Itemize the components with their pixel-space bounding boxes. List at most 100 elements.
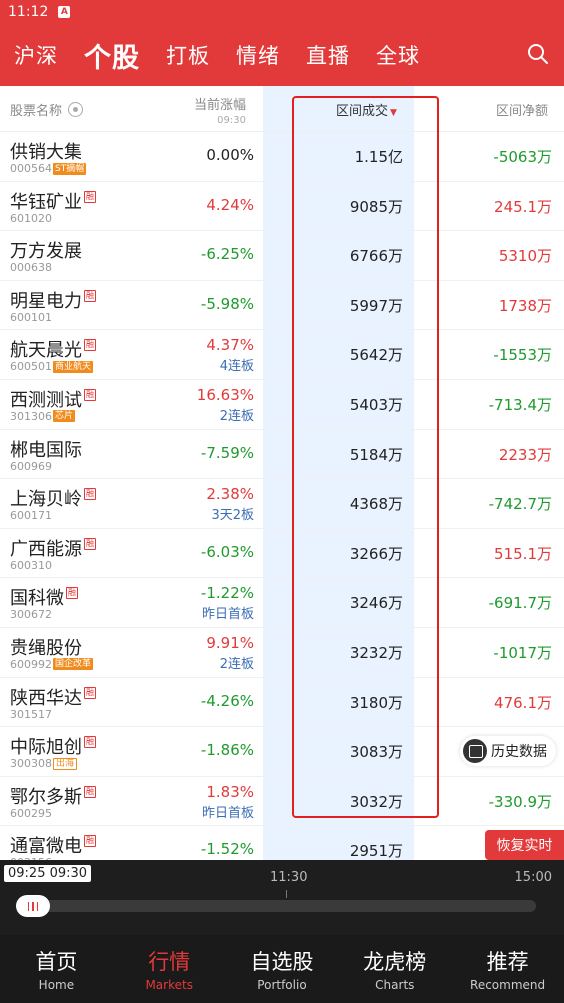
stock-name: 华钰矿业融: [10, 188, 96, 214]
table-row[interactable]: 贵绳股份 600992 国企改革 9.91% 2连板 3232万 -1017万: [0, 628, 564, 678]
restore-realtime-button[interactable]: 恢复实时: [485, 830, 564, 860]
stock-name-text: 上海贝岭: [10, 489, 82, 511]
stock-name-text: 中际旭创: [10, 737, 82, 759]
tab-daban[interactable]: 打板: [166, 40, 210, 70]
stock-code-text: 300308: [10, 757, 52, 771]
change-cell: -5.98%: [201, 295, 254, 313]
nav-charts[interactable]: 龙虎榜 Charts: [338, 935, 451, 1003]
tab-zhibo[interactable]: 直播: [306, 40, 350, 70]
top-nav: 沪深 个股 打板 情绪 直播 全球: [0, 24, 564, 86]
table-row[interactable]: 华钰矿业融 601020 4.24% 9085万 245.1万: [0, 182, 564, 232]
stock-name: 国科微融: [10, 584, 78, 610]
history-data-button[interactable]: 历史数据: [460, 736, 556, 766]
time-close: 15:00: [514, 870, 552, 885]
concept-tag: 芯片: [53, 410, 76, 423]
stock-name-text: 西测测试: [10, 389, 82, 411]
limit-streak: 3天2板: [211, 508, 254, 524]
timeline-handle[interactable]: [16, 895, 50, 917]
table-row[interactable]: 航天晨光融 600501 商业航天 4.37% 4连板 5642万 -1553万: [0, 330, 564, 380]
stock-code: 601020: [10, 212, 52, 225]
net-value: 1738万: [498, 296, 552, 315]
concept-tag: 商业航天: [53, 360, 94, 373]
stock-name: 万方发展: [10, 237, 82, 263]
nav-charts-sublabel: Charts: [375, 978, 415, 992]
nav-home-label: 首页: [35, 950, 78, 974]
table-row[interactable]: 鄂尔多斯融 600295 1.83% 昨日首板 3032万 -330.9万: [0, 777, 564, 827]
stock-name-text: 贵绳股份: [10, 637, 82, 659]
search-icon[interactable]: [526, 42, 550, 66]
stock-name-text: 郴电国际: [10, 439, 82, 461]
change-value: 0.00%: [206, 146, 254, 164]
header-name: 股票名称: [10, 100, 84, 119]
tab-qingxu[interactable]: 情绪: [236, 40, 280, 70]
nav-home[interactable]: 首页 Home: [0, 935, 113, 1003]
header-net[interactable]: 区间净额: [496, 100, 548, 119]
settings-icon[interactable]: [68, 102, 84, 117]
stock-code-text: 000564: [10, 162, 52, 175]
change-value: 2.38%: [206, 485, 254, 504]
stock-name-text: 鄂尔多斯: [10, 786, 82, 808]
stock-name: 通富微电融: [10, 832, 96, 858]
table-row[interactable]: 国科微融 300672 -1.22% 昨日首板 3246万 -691.7万: [0, 578, 564, 628]
change-value: -1.22%: [200, 584, 254, 603]
margin-trading-icon: 融: [84, 736, 96, 749]
table-row[interactable]: 上海贝岭融 600171 2.38% 3天2板 4368万 -742.7万: [0, 479, 564, 529]
stock-code-text: 600310: [10, 558, 52, 572]
highlight-box: [292, 96, 439, 818]
stock-code-text: 600101: [10, 310, 52, 324]
change-value: -6.25%: [200, 245, 254, 264]
time-midday: 11:30: [270, 870, 308, 885]
change-value: 16.63%: [196, 385, 254, 404]
table-header: 股票名称 当前涨幅 09:30 区间成交 ▼ 区间净额: [0, 86, 564, 132]
change-value: -6.03%: [200, 542, 254, 561]
net-value: -5063万: [493, 148, 552, 166]
stock-code-text: 600171: [10, 509, 52, 523]
table-row[interactable]: 明星电力融 600101 -5.98% 5997万 1738万: [0, 281, 564, 331]
stock-name: 郴电国际: [10, 436, 82, 462]
bottom-nav: 首页 Home 行情 Markets 自选股 Portfolio 龙虎榜 Cha…: [0, 935, 564, 1003]
nav-recommend-sublabel: Recommend: [470, 978, 546, 992]
change-value: -7.59%: [200, 443, 254, 462]
time-range-badge: 09:25 09:30: [4, 865, 92, 882]
stock-code: 600969: [10, 460, 52, 473]
nav-markets-sublabel: Markets: [145, 978, 193, 992]
change-cell: 16.63% 2连板: [197, 386, 254, 424]
table-row[interactable]: 郴电国际 600969 -7.59% 5184万 2233万: [0, 430, 564, 480]
nav-portfolio[interactable]: 自选股 Portfolio: [226, 935, 339, 1003]
tab-hushen[interactable]: 沪深: [14, 40, 58, 70]
change-cell: 4.24%: [206, 196, 254, 214]
change-cell: -1.22% 昨日首板: [201, 584, 254, 622]
stock-name: 广西能源融: [10, 535, 96, 561]
table-row[interactable]: 西测测试融 301306 芯片 16.63% 2连板 5403万 -713.4万: [0, 380, 564, 430]
stock-code-text: 301517: [10, 707, 52, 721]
table-row[interactable]: 供销大集 000564 ST摘帽 0.00% 1.15亿 -5063万: [0, 132, 564, 182]
table-row[interactable]: 陕西华达融 301517 -4.26% 3180万 476.1万: [0, 678, 564, 728]
midday-tick: [286, 890, 287, 898]
nav-recommend[interactable]: 推荐 Recommend: [451, 935, 564, 1003]
tab-quanqiu[interactable]: 全球: [376, 40, 420, 70]
stock-code: 300672: [10, 608, 52, 621]
net-value: 245.1万: [494, 197, 552, 216]
limit-streak: 昨日首板: [201, 607, 254, 623]
stock-code: 600295: [10, 807, 52, 820]
status-time: 11:12: [8, 4, 49, 20]
stock-code: 600501 商业航天: [10, 360, 94, 373]
stock-name: 明星电力融: [10, 287, 96, 313]
stock-name: 西测测试融: [10, 386, 96, 412]
notification-icon: A: [58, 6, 71, 18]
margin-trading-icon: 融: [84, 835, 96, 848]
change-cell: 1.83% 昨日首板: [202, 783, 254, 821]
header-change[interactable]: 当前涨幅 09:30: [194, 94, 246, 126]
stock-code-text: 601020: [10, 211, 52, 225]
stock-code-text: 600992: [10, 657, 52, 671]
limit-streak: 2连板: [219, 408, 254, 424]
timeline-track[interactable]: [18, 900, 536, 912]
stock-name-text: 供销大集: [10, 142, 82, 163]
stock-code: 600171: [10, 509, 52, 522]
concept-tag: 国企改革: [53, 658, 94, 671]
nav-markets[interactable]: 行情 Markets: [113, 935, 226, 1003]
margin-trading-icon: 融: [84, 785, 96, 798]
table-row[interactable]: 广西能源融 600310 -6.03% 3266万 515.1万: [0, 529, 564, 579]
tab-gegu[interactable]: 个股: [84, 36, 140, 75]
table-row[interactable]: 万方发展 000638 -6.25% 6766万 5310万: [0, 231, 564, 281]
